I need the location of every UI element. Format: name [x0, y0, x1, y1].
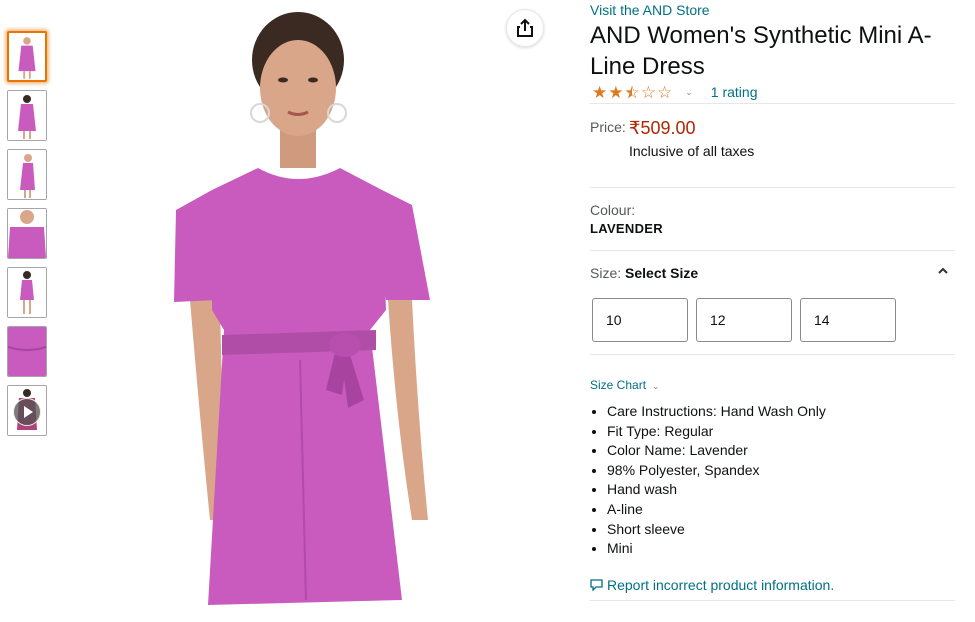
share-icon [517, 18, 533, 37]
colour-label: Colour: [590, 202, 636, 218]
share-button[interactable] [506, 9, 544, 47]
star-half-icon: ★☆ [624, 82, 640, 102]
thumbnail-side[interactable] [7, 149, 47, 200]
speech-bubble-icon [590, 579, 603, 591]
star-full-icon: ★ [608, 82, 624, 102]
star-full-icon: ★ [592, 82, 608, 102]
chevron-down-icon: ⌄ [652, 381, 660, 391]
store-link[interactable]: Visit the AND Store [590, 2, 710, 18]
size-label: Size: [590, 265, 622, 281]
divider [590, 103, 955, 104]
report-link[interactable]: Report incorrect product information. [590, 577, 834, 593]
thumbnail-closeup[interactable] [7, 208, 47, 259]
rating-row: ★ ★ ★☆ ☆ ☆ ⌄ 1 rating [592, 83, 758, 101]
divider [590, 354, 955, 355]
size-option[interactable]: 10 [592, 298, 688, 342]
size-selector-header[interactable]: Size: Select Size [590, 265, 698, 281]
thumbnail-front[interactable] [7, 31, 47, 82]
rating-count-link[interactable]: 1 rating [711, 84, 758, 100]
thumbnail-front-2[interactable] [7, 90, 47, 141]
thumbnail-fabric[interactable] [7, 326, 47, 377]
feature-bullet: A-line [607, 500, 826, 520]
feature-bullet: Short sleeve [607, 520, 826, 540]
play-icon [13, 398, 41, 426]
size-option[interactable]: 12 [696, 298, 792, 342]
thumbnail-back[interactable] [7, 267, 47, 318]
chevron-down-icon: ⌄ [685, 86, 693, 97]
main-product-image[interactable] [150, 0, 460, 617]
price-value: ₹509.00 [629, 118, 696, 138]
star-empty-icon: ☆ [640, 82, 656, 102]
feature-bullet: Hand wash [607, 480, 826, 500]
size-chart-label: Size Chart [590, 378, 647, 392]
product-title: AND Women's Synthetic Mini A-Line Dress [590, 22, 932, 80]
divider [590, 187, 955, 188]
feature-bullet: Fit Type: Regular [607, 422, 826, 442]
thumbnail-video[interactable] [7, 385, 47, 436]
divider [590, 600, 955, 601]
report-label: Report incorrect product information. [607, 577, 835, 593]
chevron-up-icon[interactable] [936, 264, 950, 278]
star-empty-icon: ☆ [657, 82, 673, 102]
feature-bullets: Care Instructions: Hand Wash Only Fit Ty… [590, 402, 826, 559]
colour-value: LAVENDER [590, 221, 663, 236]
tax-note: Inclusive of all taxes [629, 143, 755, 159]
size-option[interactable]: 14 [800, 298, 896, 342]
feature-bullet: Color Name: Lavender [607, 441, 826, 461]
feature-bullet: 98% Polyester, Spandex [607, 461, 826, 481]
price-label: Price: [590, 119, 626, 135]
star-rating[interactable]: ★ ★ ★☆ ☆ ☆ ⌄ [592, 84, 693, 101]
size-selected: Select Size [625, 265, 699, 281]
divider [590, 250, 955, 251]
feature-bullet: Mini [607, 539, 826, 559]
feature-bullet: Care Instructions: Hand Wash Only [607, 402, 826, 422]
size-chart-link[interactable]: Size Chart ⌄ [590, 378, 660, 392]
